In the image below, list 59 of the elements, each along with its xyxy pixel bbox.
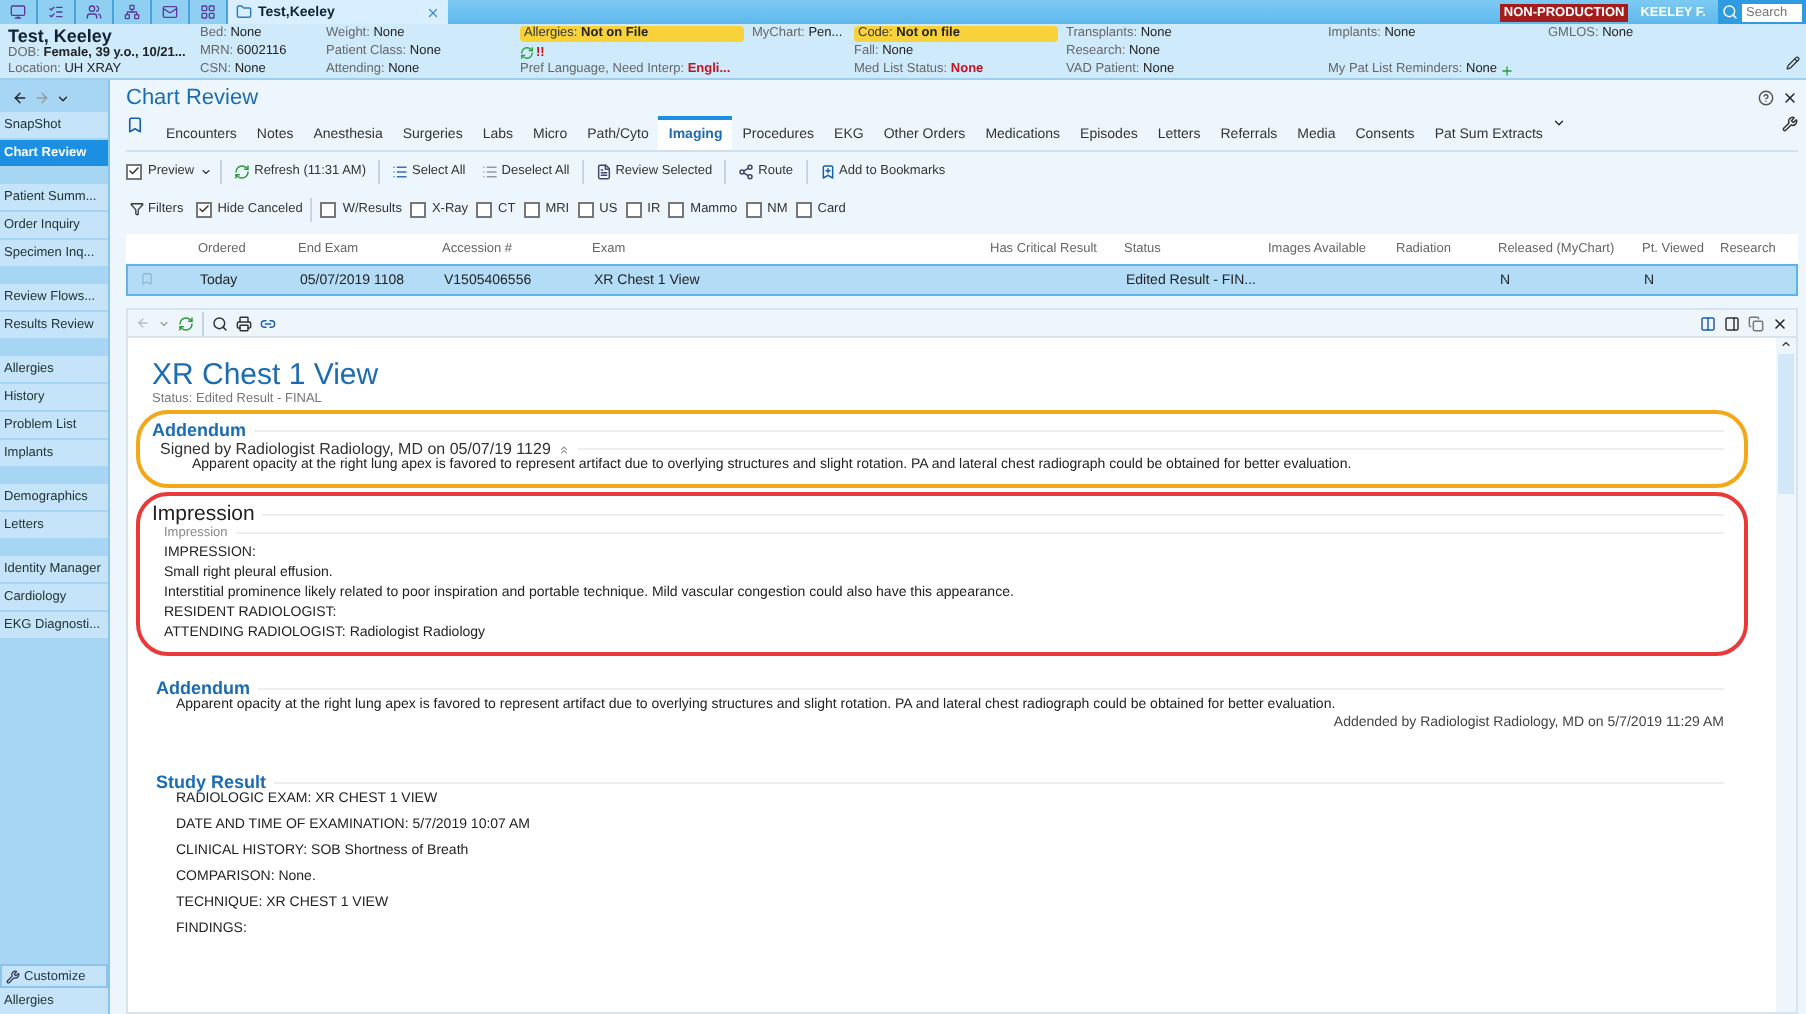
toolbar-icon-button[interactable] [0,0,38,24]
refresh-icon [520,45,534,59]
back-icon [136,316,150,330]
signature-line: Signed by Radiologist Radiology, MD on 05/07/19 1129 [160,440,551,458]
people-icon [86,4,102,20]
toolbar-icon-button[interactable] [76,0,114,24]
caret-icon [158,317,170,329]
checkmark-icon [128,164,140,178]
search-icon [212,315,228,331]
scroll-up-icon [1780,338,1792,350]
caret-icon [200,165,213,177]
list-icon [481,163,498,179]
copy-icon [1748,315,1764,331]
bookmark-icon [126,116,144,134]
link-icon [260,315,276,331]
printer-icon [236,315,252,331]
toolbar-icon-button[interactable] [190,0,228,24]
filter-icon [130,202,144,216]
section-heading: Impression [152,502,255,526]
bookmark-icon [140,271,154,285]
section-heading: Addendum [152,420,246,440]
columns-icon [1700,315,1716,331]
toolbar-icon-button[interactable] [152,0,190,24]
report-title: XR Chest 1 View [152,358,381,392]
activity-title: Chart Review [126,86,261,110]
refresh-icon [178,315,194,331]
folder-icon [236,4,252,20]
close-icon [426,5,440,19]
section-heading: Study Result [156,772,267,792]
share-icon [738,163,755,179]
patient-name: Test, Keeley [8,26,114,46]
search-icon [1722,4,1738,20]
document-icon [595,163,612,179]
envelope-icon [162,4,178,20]
back-icon [12,90,28,106]
close-icon [1782,90,1798,106]
toolbar-icon-button[interactable] [114,0,152,24]
bookmark-plus-icon [819,163,836,179]
grid-icon [200,4,216,20]
toolbar-icon-button[interactable] [38,0,76,24]
help-icon [1758,90,1774,106]
pencil-icon [1786,56,1800,70]
caret-icon [1552,116,1567,130]
checklist-icon [48,4,64,20]
network-icon [124,4,140,20]
plus-icon [1499,63,1514,77]
caret-icon [56,91,70,105]
collapse-icon [558,443,571,455]
wrench-icon [6,969,20,983]
panel-icon [1724,315,1740,331]
scrollbar-thumb[interactable] [1778,354,1794,494]
forward-icon [34,90,50,106]
monitor-icon [10,4,26,20]
wrench-icon [1782,116,1798,132]
checkmark-icon [197,202,210,216]
list-icon [392,163,409,179]
close-icon [1772,315,1788,331]
refresh-icon [234,163,251,179]
section-heading: Addendum [156,678,250,698]
